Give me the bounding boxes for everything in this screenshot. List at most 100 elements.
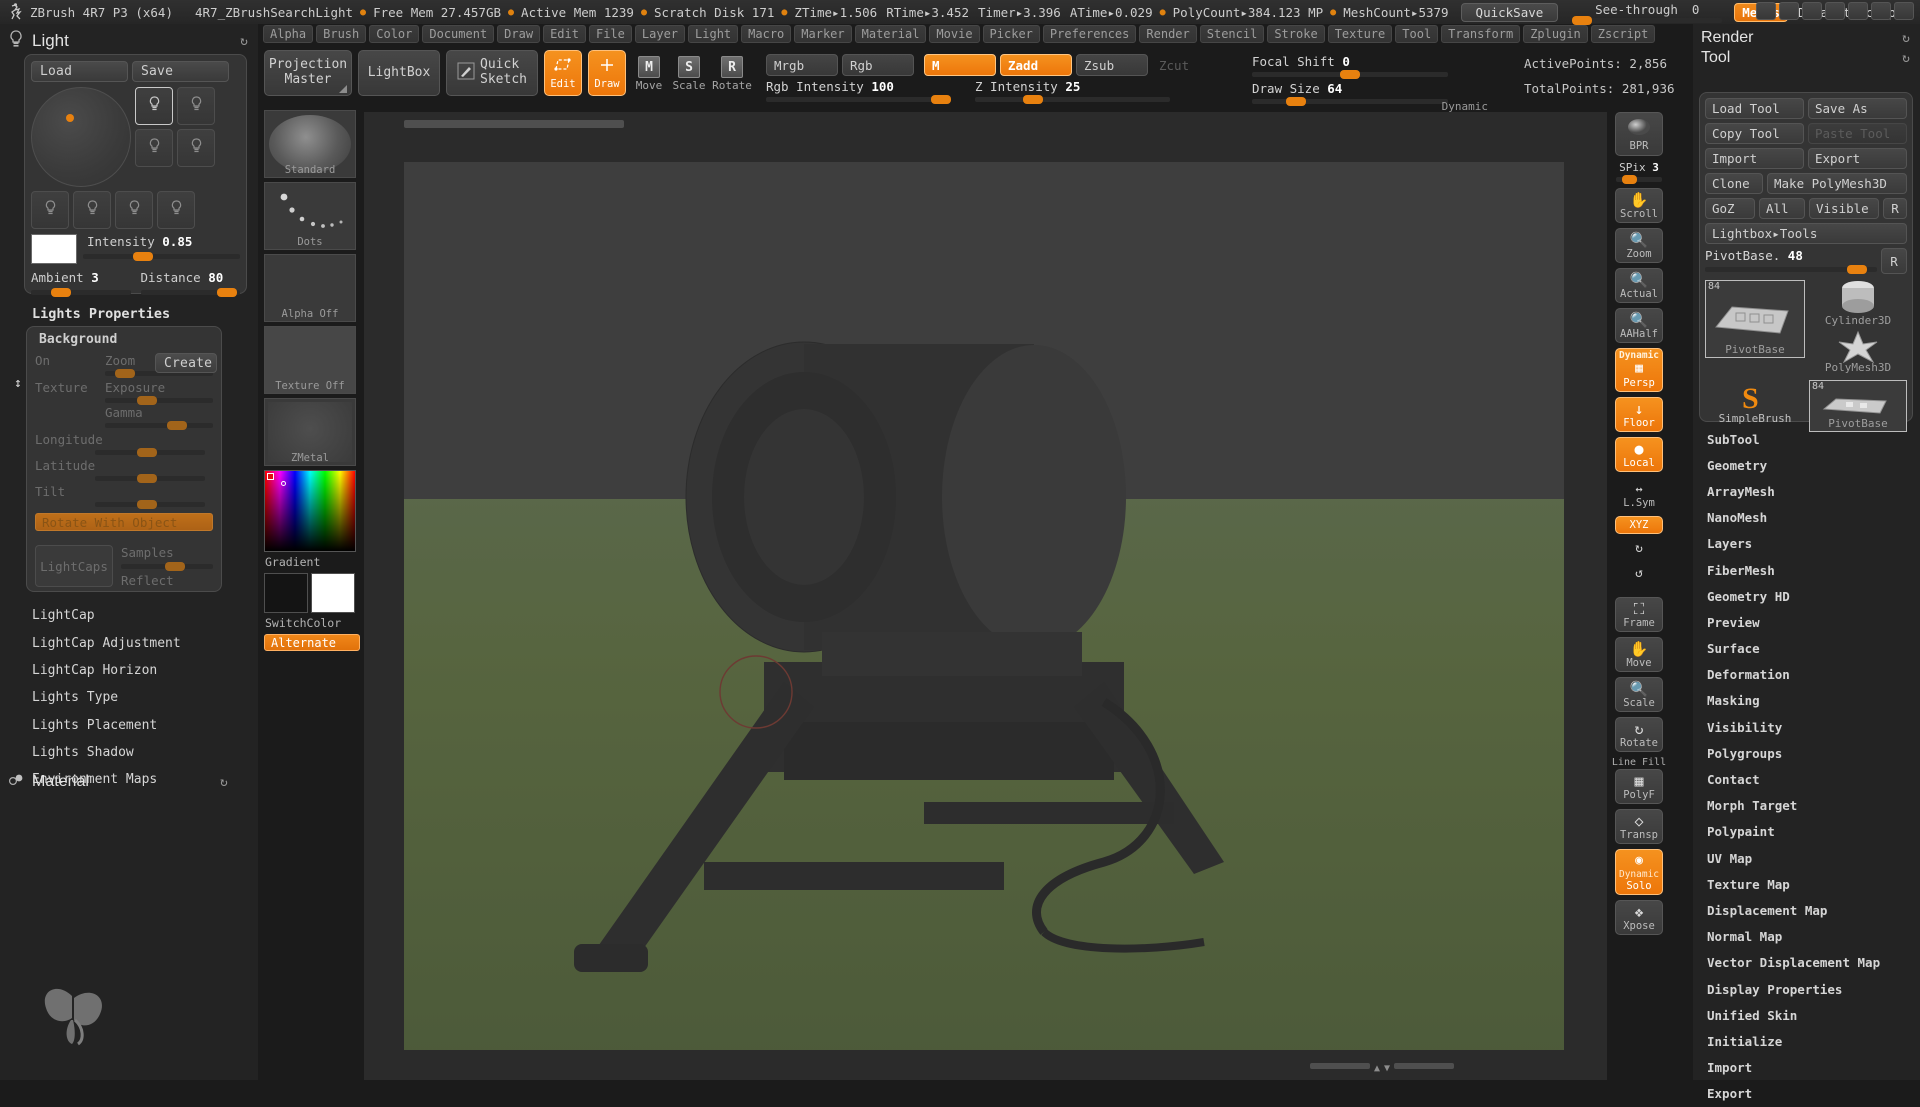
tool-subpalette-fibermesh[interactable]: FiberMesh [1693,557,1920,583]
lightbox-button[interactable]: LightBox [358,50,440,96]
menu-draw[interactable]: Draw [497,25,541,43]
alternate-button[interactable]: Alternate [264,634,360,651]
tool-subpalette-nanomesh[interactable]: NanoMesh [1693,505,1920,531]
material-palette-header[interactable]: Material ↻ [8,772,228,792]
zoom-button[interactable]: 🔍 Zoom [1615,228,1663,263]
tool-subpalette-texture-map[interactable]: Texture Map [1693,871,1920,897]
light-color-swatch[interactable] [31,234,77,264]
menu-macro[interactable]: Macro [741,25,792,43]
tool-thumb-simplebrush[interactable]: S SimpleBrush [1705,380,1805,432]
goz-button[interactable]: GoZ [1705,198,1755,219]
refresh-icon[interactable]: ↻ [1902,31,1910,46]
maximize-icon[interactable] [1871,2,1891,20]
refresh-icon[interactable]: ↻ [220,775,228,790]
make-polymesh3d-button[interactable]: Make PolyMesh3D [1767,173,1907,194]
menu-zplugin[interactable]: Zplugin [1523,25,1588,43]
tool-subpalette-uv-map[interactable]: UV Map [1693,845,1920,871]
menu-texture[interactable]: Texture [1327,25,1393,43]
current-material-thumb[interactable]: ZMetal [264,398,356,466]
close-icon[interactable] [1894,2,1914,20]
lightcaps-button[interactable]: LightCaps [35,545,113,587]
light-subpalette-lightcap-horizon[interactable]: LightCap Horizon [18,657,248,684]
xpose-button[interactable]: ❖ Xpose [1615,900,1663,935]
menu-zscript[interactable]: Zscript [1590,25,1656,43]
z-intensity-slider[interactable] [975,95,1170,104]
light-slot-5[interactable] [31,191,69,229]
tool-subpalette-preview[interactable]: Preview [1693,609,1920,635]
tool-subpalette-import[interactable]: Import [1693,1055,1920,1081]
tool-subpalette-morph-target[interactable]: Morph Target [1693,793,1920,819]
bpr-button[interactable]: BPR [1615,112,1663,156]
transp-button[interactable]: ◇ Transp [1615,809,1663,844]
rotate-gizmo-button[interactable]: ↻ Rotate [1615,717,1663,752]
panel-resize-handle[interactable]: ↕ [14,377,22,390]
lightbox-tools-button[interactable]: Lightbox▸Tools [1705,223,1907,244]
scale-button[interactable]: S Scale [672,56,706,92]
tool-palette-header[interactable]: Tool ↻ [1693,49,1920,69]
persp-button[interactable]: Dynamic ▦ Persp [1615,348,1663,392]
draw-button[interactable]: Draw [588,50,626,96]
menu-document[interactable]: Document [422,25,495,43]
refresh-icon[interactable]: ↻ [1902,51,1910,66]
light-slot-1[interactable] [135,87,173,125]
clone-button[interactable]: Clone [1705,173,1763,194]
background-on-label[interactable]: On [35,353,99,368]
move-gizmo-button[interactable]: ✋ Move [1615,637,1663,672]
menu-light[interactable]: Light [688,25,739,43]
draw-size-slider[interactable] [1252,97,1448,106]
light-direction-pad[interactable] [31,87,131,187]
refresh-icon[interactable]: ↻ [240,34,248,49]
light-subpalette-lights-type[interactable]: Lights Type [18,684,248,711]
spix-slider[interactable] [1616,175,1662,184]
scroll-button[interactable]: ✋ Scroll [1615,188,1663,223]
tool-subpalette-masking[interactable]: Masking [1693,688,1920,714]
rgb-button[interactable]: Rgb [842,54,914,76]
viewport-canvas[interactable] [404,162,1564,1050]
quicksave-button[interactable]: QuickSave [1460,2,1559,22]
tool-subpalette-visibility[interactable]: Visibility [1693,714,1920,740]
grid-icon[interactable] [1756,2,1776,20]
light-save-button[interactable]: Save [132,61,229,82]
menu-picker[interactable]: Picker [982,25,1040,43]
menu-marker[interactable]: Marker [794,25,852,43]
mrgb-button[interactable]: Mrgb [766,54,838,76]
menu-tool[interactable]: Tool [1395,25,1439,43]
tool-subpalette-unified-skin[interactable]: Unified Skin [1693,1002,1920,1028]
tool-thumb-cylinder3d[interactable]: Cylinder3D [1809,280,1907,330]
tool-subpalette-polygroups[interactable]: Polygroups [1693,740,1920,766]
menu-file[interactable]: File [588,25,632,43]
menu-material[interactable]: Material [854,25,927,43]
tool-subpalette-geometry[interactable]: Geometry [1693,452,1920,478]
tool-subpalette-subtool[interactable]: SubTool [1693,426,1920,452]
window-icon[interactable] [1825,2,1845,20]
light-slot-6[interactable] [73,191,111,229]
menu-alpha[interactable]: Alpha [263,25,314,43]
menu-movie[interactable]: Movie [929,25,980,43]
intensity-slider[interactable] [83,252,240,261]
current-texture-thumb[interactable]: Texture Off [264,326,356,394]
aahalf-button[interactable]: 🔍 AAHalf [1615,308,1663,343]
menu-preferences[interactable]: Preferences [1042,25,1137,43]
tool-subpalette-display-properties[interactable]: Display Properties [1693,976,1920,1002]
menu-color[interactable]: Color [369,25,420,43]
tool-subpalette-surface[interactable]: Surface [1693,636,1920,662]
actual-button[interactable]: 🔍 Actual [1615,268,1663,303]
import-button[interactable]: Import [1705,148,1804,169]
goz-r-button[interactable]: R [1883,198,1907,219]
secondary-color-swatch[interactable] [311,573,355,613]
chevron-down-icon[interactable]: ▼ [1384,1063,1390,1074]
pivotbase-slider[interactable] [1705,265,1877,274]
light-subpalette-lights-placement[interactable]: Lights Placement [18,712,248,739]
focal-shift-slider[interactable] [1252,70,1448,79]
menu-brush[interactable]: Brush [316,25,367,43]
tool-subpalette-export[interactable]: Export [1693,1081,1920,1107]
tool-thumb-pivotbase-large[interactable]: 84 PivotBase [1705,280,1805,358]
frame-button[interactable]: ⛶ Frame [1615,597,1663,632]
polyf-button[interactable]: ▦ PolyF [1615,769,1663,804]
canvas-scrollbar[interactable] [404,120,624,128]
xyz-button[interactable]: XYZ [1615,516,1663,534]
see-through-slider[interactable]: See-through 0 [1572,2,1723,25]
copy-tool-button[interactable]: Copy Tool [1705,123,1804,144]
tool-subpalette-vector-displacement-map[interactable]: Vector Displacement Map [1693,950,1920,976]
current-brush-thumb[interactable]: Standard [264,110,356,178]
